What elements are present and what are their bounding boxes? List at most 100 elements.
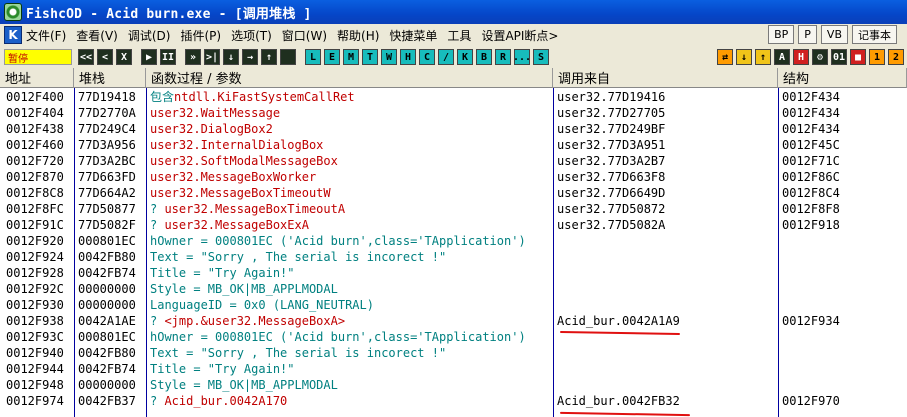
menu-view[interactable]: 查看(V) [76,27,118,44]
cell-address: 0012F924 [6,250,64,264]
table-row[interactable]: 0012F948 00000000 Style = MB_OK|MB_APPLMO… [0,377,907,393]
menu-set-api-breakpoint[interactable]: 设置API断点> [481,27,558,44]
execute-till-return-icon[interactable]: ↑ [261,49,277,65]
table-row[interactable]: 0012F940 0042FB80 Text = "Sorry , The ser… [0,345,907,361]
swap-icon[interactable]: ⇄ [717,49,733,65]
cell-called-from: user32.77D5082A [557,218,666,232]
status-badge: 暂停 [4,49,72,65]
trace-into-icon[interactable]: ↓ [223,49,239,65]
cell-address: 0012F92C [6,282,64,296]
windows-button[interactable]: W [381,49,397,65]
table-row[interactable]: 0012F930 00000000 LanguageID = 0x0 (LANG_… [0,297,907,313]
log-window-button[interactable]: L [305,49,321,65]
header-address[interactable]: 地址 [0,68,74,88]
cell-stack: 77D5082F [78,218,136,232]
menu-debug[interactable]: 调试(D) [128,27,171,44]
cell-procedure: ? Acid_bur.0042A170 [150,393,552,409]
run-trace-button[interactable]: ... [513,49,531,65]
table-row[interactable]: 0012F974 0042FB37? Acid_bur.0042A170 Acid_… [0,393,907,409]
cell-stack: 77D2770A [78,106,136,120]
table-row[interactable]: 0012F91C 77D5082F? user32.MessageBoxExA us… [0,217,907,233]
arrow-down-icon[interactable]: ↓ [736,49,752,65]
cell-called-from: user32.77D3A951 [557,138,666,152]
vb-button[interactable]: VB [820,25,848,44]
cpu-button[interactable]: C [419,49,435,65]
cell-procedure: hOwner = 000801EC ('Acid burn',class='TA… [150,329,552,345]
menu-shortcut[interactable]: 快捷菜单 [389,27,437,44]
memory-map-button[interactable]: M [343,49,359,65]
cell-procedure: Style = MB_OK|MB_APPLMODAL [150,281,552,297]
table-row[interactable]: 0012F93C 000801EC hOwner = 000801EC ('Aci… [0,329,907,345]
table-row[interactable]: 0012F404 77D2770A user32.WaitMessage user32… [0,105,907,121]
cell-called-from: Acid_bur.0042A1A9 [557,314,680,328]
cell-stack: 00000000 [78,298,136,312]
procedure-text: user32.InternalDialogBox [150,138,324,152]
cell-procedure: user32.DialogBox2 [150,121,552,137]
table-row[interactable]: 0012F8C8 77D664A2 user32.MessageBoxTimeout… [0,185,907,201]
header-called-from[interactable]: 调用来自 [553,68,778,88]
procedure-text: Title = "Try Again!" [150,266,295,280]
table-row[interactable]: 0012F460 77D3A956 user32.InternalDialogBox… [0,137,907,153]
menu-window[interactable]: 窗口(W) [282,27,327,44]
table-row[interactable]: 0012F944 0042FB74 Title = "Try Again!" [0,361,907,377]
highlight-icon[interactable]: A [774,49,790,65]
p-button[interactable]: P [798,25,817,44]
pause-icon[interactable]: II [160,49,176,65]
cell-address: 0012F930 [6,298,64,312]
table-row[interactable]: 0012F720 77D3A2BC user32.SoftModalMessageB… [0,153,907,169]
patches-button[interactable]: / [438,49,454,65]
hd-icon[interactable]: H [793,49,809,65]
menu-bar: K 文件(F) 查看(V) 调试(D) 插件(P) 选项(T) 窗口(W) 帮助… [0,24,907,46]
cell-frame: 0012F434 [782,106,840,120]
menu-options[interactable]: 选项(T) [231,27,272,44]
table-row[interactable]: 0012F938 0042A1AE? <jmp.&user32.MessageBo… [0,313,907,329]
stop-icon[interactable]: ■ [850,49,866,65]
bp-button[interactable]: BP [768,25,795,44]
step-into-icon[interactable]: » [185,49,201,65]
table-row[interactable]: 0012F924 0042FB80 Text = "Sorry , The ser… [0,249,907,265]
cell-stack: 0042FB74 [78,362,136,376]
executable-modules-button[interactable]: E [324,49,340,65]
table-row[interactable]: 0012F438 77D249C4 user32.DialogBox2 user32.… [0,121,907,137]
table-row[interactable]: 0012F400 77D19418 包含ntdll.KiFastSystemCall… [0,89,907,105]
rewind-icon[interactable]: << [78,49,94,65]
table-row[interactable]: 0012F928 0042FB74 Title = "Try Again!" [0,265,907,281]
cell-called-from: user32.77D3A2B7 [557,154,666,168]
cell-address: 0012F8C8 [6,186,64,200]
handles-button[interactable]: H [400,49,416,65]
two-icon[interactable]: 2 [888,49,904,65]
step-over-icon[interactable]: >| [204,49,220,65]
table-row[interactable]: 0012F920 000801EC hOwner = 000801EC ('Aci… [0,233,907,249]
menu-plugins[interactable]: 插件(P) [180,27,221,44]
arrow-up-icon[interactable]: ↑ [755,49,771,65]
k-icon[interactable]: K [4,26,22,44]
menu-help[interactable]: 帮助(H) [337,27,379,44]
table-row[interactable]: 0012F870 77D663FD user32.MessageBoxWorker u… [0,169,907,185]
breakpoints-button[interactable]: B [476,49,492,65]
header-stack[interactable]: 堆栈 [74,68,146,88]
procedure-text: user32.WaitMessage [150,106,281,120]
one-icon[interactable]: 1 [869,49,885,65]
procedure-text: Text = "Sorry , The serial is incorect !… [150,346,447,360]
settings-icon[interactable]: ⚙ [812,49,828,65]
procedure-text: user32.DialogBox2 [150,122,273,136]
run-icon[interactable]: ▶ [141,49,157,65]
header-procedure[interactable]: 函数过程 / 参数 [146,68,553,88]
table-row[interactable]: 0012F92C 00000000 Style = MB_OK|MB_APPLMO… [0,281,907,297]
menu-tools[interactable]: 工具 [447,27,471,44]
trace-over-icon[interactable]: → [242,49,258,65]
binary-icon[interactable]: 01 [831,49,847,65]
notepad-button[interactable]: 记事本 [852,25,897,44]
menu-file[interactable]: 文件(F) [26,27,66,44]
source-button[interactable]: S [533,49,549,65]
threads-button[interactable]: T [362,49,378,65]
goto-icon[interactable] [280,49,296,65]
cell-frame: 0012F970 [782,394,840,408]
close-icon[interactable]: X [116,49,132,65]
table-row[interactable]: 0012F8FC 77D50877? user32.MessageBoxTimeo… [0,201,907,217]
call-stack-button[interactable]: K [457,49,473,65]
references-button[interactable]: R [495,49,511,65]
back-icon[interactable]: < [97,49,113,65]
cell-procedure: ? user32.MessageBoxTimeoutA [150,201,552,217]
header-frame[interactable]: 结构 [778,68,907,88]
